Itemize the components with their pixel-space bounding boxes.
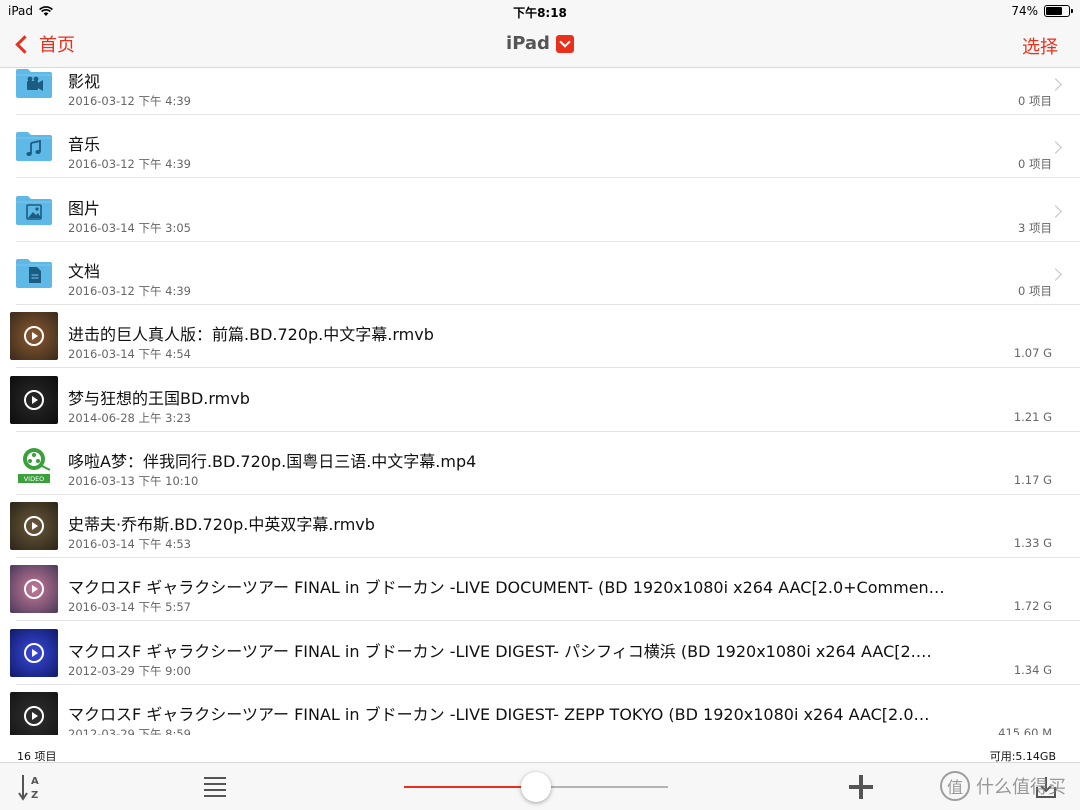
row-title: 图片 <box>68 198 101 218</box>
status-bar: iPad 下午8:18 74% <box>0 0 1080 22</box>
row-date: 2016-03-12 下午 4:39 <box>68 283 191 298</box>
video-thumbnail <box>10 628 58 677</box>
file-row[interactable]: マクロスF ギャラクシーツアー FINAL in ブドーカン -LIVE DIG… <box>0 622 1080 685</box>
watermark-text: 什么值得买 <box>976 777 1066 798</box>
row-title: マクロスF ギャラクシーツアー FINAL in ブドーカン -LIVE DIG… <box>68 705 930 724</box>
file-row[interactable]: マクロスF ギャラクシーツアー FINAL in ブドーカン -LIVE DIG… <box>0 685 1080 735</box>
chevron-right-icon <box>1049 268 1062 281</box>
row-date: 2016-03-14 下午 3:05 <box>68 220 191 235</box>
list-view-icon[interactable] <box>204 777 226 797</box>
row-title: 史蒂夫·乔布斯.BD.720p.中英双字幕.rmvb <box>68 515 375 535</box>
play-icon <box>24 389 44 410</box>
row-date: 2016-03-12 下午 4:39 <box>68 94 191 108</box>
row-meta: 415.60 M <box>998 726 1052 735</box>
navigation-bar: 首页 iPad 选择 <box>0 22 1080 68</box>
row-meta: 1.34 G <box>1013 662 1052 677</box>
folder-row[interactable]: 影视 2016-03-12 下午 4:39 0 项目 <box>0 68 1080 115</box>
chevron-right-icon <box>1049 78 1062 91</box>
file-list[interactable]: 影视 2016-03-12 下午 4:39 0 项目 音乐 2016-03-12 下午 … <box>0 68 1080 735</box>
row-meta: 0 项目 <box>1018 157 1052 172</box>
row-date: 2016-03-13 下午 10:10 <box>68 473 199 488</box>
row-meta: 3 项目 <box>1018 220 1052 235</box>
video-thumbnail <box>10 692 58 735</box>
plus-icon[interactable] <box>849 775 873 799</box>
file-row[interactable]: マクロスF ギャラクシーツアー FINAL in ブドーカン -LIVE DOC… <box>0 558 1080 622</box>
bottom-toolbar: A Z 值 什么值得买 <box>0 762 1080 810</box>
folder-row[interactable]: 音乐 2016-03-12 下午 4:39 0 项目 <box>0 115 1080 179</box>
file-row[interactable]: 史蒂夫·乔布斯.BD.720p.中英双字幕.rmvb 2016-03-14 下午 … <box>0 495 1080 559</box>
watermark: 值 什么值得买 <box>940 771 1066 801</box>
play-icon <box>24 326 44 347</box>
video-thumbnail <box>10 565 58 614</box>
folder-document-icon <box>16 258 52 288</box>
row-meta: 0 项目 <box>1018 283 1052 298</box>
slider-knob[interactable] <box>521 772 551 802</box>
row-meta: 1.07 G <box>1013 346 1052 361</box>
row-title: 音乐 <box>68 135 101 155</box>
row-date: 2016-03-12 下午 4:39 <box>68 157 191 172</box>
row-date: 2012-03-29 下午 9:00 <box>68 663 191 678</box>
row-meta: 1.33 G <box>1013 536 1052 551</box>
svg-text:VIDEO: VIDEO <box>24 475 45 483</box>
row-meta: 0 项目 <box>1018 94 1052 108</box>
sort-az-icon[interactable]: A Z <box>18 773 44 801</box>
row-date: 2014-06-28 上午 3:23 <box>68 410 191 425</box>
video-thumbnail <box>10 312 58 361</box>
row-meta: 1.72 G <box>1013 599 1052 614</box>
row-title: マクロスF ギャラクシーツアー FINAL in ブドーカン -LIVE DIG… <box>68 641 932 661</box>
video-thumbnail <box>10 502 58 551</box>
battery-fill <box>1046 7 1063 15</box>
row-title: マクロスF ギャラクシーツアー FINAL in ブドーカン -LIVE DOC… <box>68 578 945 598</box>
row-title: 文档 <box>68 261 101 281</box>
play-icon <box>24 579 44 600</box>
play-icon <box>24 642 44 663</box>
file-row[interactable]: VIDEO 哆啦A梦：伴我同行.BD.720p.国粤日三语.中文字幕.mp4 201… <box>0 432 1080 495</box>
row-title: 梦与狂想的王国BD.rmvb <box>68 388 250 408</box>
folder-music-icon <box>16 132 52 162</box>
watermark-logo-icon: 值 <box>940 771 970 801</box>
nav-title-area: iPad <box>0 33 1080 54</box>
select-button[interactable]: 选择 <box>1022 33 1058 59</box>
row-date: 2012-03-29 下午 8:59 <box>68 727 191 735</box>
row-meta: 1.17 G <box>1013 472 1052 487</box>
video-file-icon: VIDEO <box>18 447 51 483</box>
zoom-slider[interactable] <box>404 772 668 802</box>
svg-text:Z: Z <box>31 790 38 801</box>
footer-info: 16 项目 可用:5.14GB <box>0 740 1080 763</box>
svg-text:A: A <box>31 776 39 787</box>
status-time: 下午8:18 <box>513 6 567 20</box>
play-icon <box>24 706 44 726</box>
chevron-right-icon <box>1049 141 1062 155</box>
video-thumbnail <box>10 375 58 424</box>
slider-fill <box>404 786 536 788</box>
file-row[interactable]: 梦与狂想的王国BD.rmvb 2014-06-28 上午 3:23 1.21 G <box>0 369 1080 432</box>
chevron-down-icon <box>555 34 574 53</box>
row-title: 影视 <box>68 72 101 91</box>
battery-percent: 74% <box>1011 4 1038 18</box>
folder-video-icon <box>16 69 52 98</box>
row-meta: 1.21 G <box>1013 409 1052 424</box>
chevron-right-icon <box>1049 204 1062 218</box>
folder-row[interactable]: 文档 2016-03-12 下午 4:39 0 项目 <box>0 242 1080 305</box>
location-dropdown[interactable]: iPad <box>506 33 574 54</box>
folder-row[interactable]: 图片 2016-03-14 下午 3:05 3 项目 <box>0 179 1080 242</box>
row-date: 2016-03-14 下午 5:57 <box>68 600 191 615</box>
status-right: 74% <box>1011 4 1073 18</box>
row-title: 哆啦A梦：伴我同行.BD.720p.国粤日三语.中文字幕.mp4 <box>68 451 477 471</box>
play-icon <box>24 516 44 537</box>
row-date: 2016-03-14 下午 4:53 <box>68 537 191 552</box>
file-row[interactable]: 进击的巨人真人版：前篇.BD.720p.中文字幕.rmvb 2016-03-14 … <box>0 305 1080 369</box>
row-date: 2016-03-14 下午 4:54 <box>68 347 191 362</box>
row-title: 进击的巨人真人版：前篇.BD.720p.中文字幕.rmvb <box>68 325 434 345</box>
page-title: iPad <box>506 33 550 54</box>
battery-icon <box>1044 5 1073 17</box>
folder-image-icon <box>16 195 52 225</box>
